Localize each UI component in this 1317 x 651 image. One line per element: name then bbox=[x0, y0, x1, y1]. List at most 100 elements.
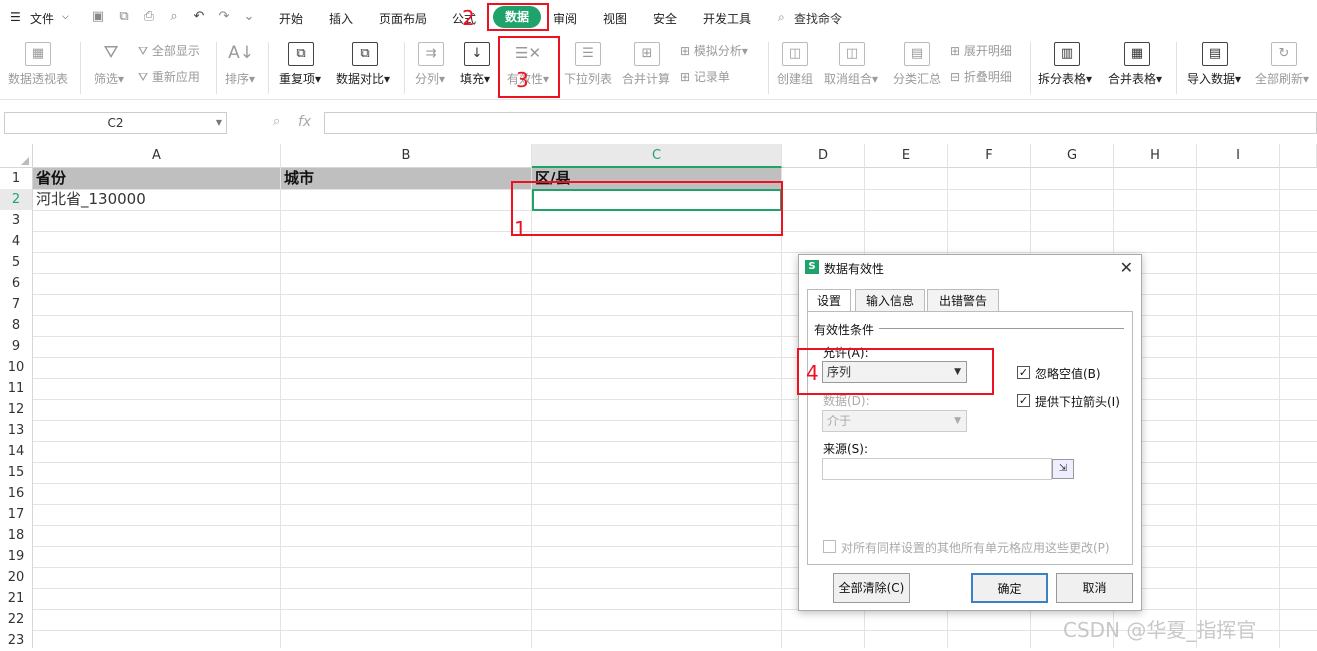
refresh-all-button[interactable]: ↻ 全部刷新▾ bbox=[1252, 36, 1316, 100]
search-command[interactable]: 查找命令 bbox=[794, 10, 842, 27]
name-box[interactable]: C2 ▼ bbox=[4, 112, 227, 134]
redo-icon[interactable]: ↷ bbox=[216, 9, 232, 25]
column-header-e[interactable]: E bbox=[865, 144, 948, 168]
reapply-button[interactable]: ⛛ 重新应用 bbox=[138, 68, 200, 85]
row-header[interactable]: 15 bbox=[0, 462, 33, 483]
import-data-button[interactable]: ▤ 导入数据▾ bbox=[1184, 36, 1246, 100]
dropdown-list-icon: ☰ bbox=[575, 42, 601, 66]
row-header[interactable]: 12 bbox=[0, 399, 33, 420]
chevron-down-icon[interactable]: ▼ bbox=[216, 113, 222, 133]
duplicates-button[interactable]: ⧉ 重复项▾ bbox=[276, 36, 326, 100]
select-all-corner[interactable] bbox=[0, 144, 33, 168]
close-icon[interactable]: ✕ bbox=[1120, 258, 1133, 277]
tab-start[interactable]: 开始 bbox=[279, 10, 303, 27]
pivot-table-button[interactable]: ▦ 数据透视表 bbox=[4, 36, 72, 100]
column-header-g[interactable]: G bbox=[1031, 144, 1114, 168]
tab-settings[interactable]: 设置 bbox=[807, 289, 851, 312]
filter-button[interactable]: ⛛ 筛选▾ bbox=[92, 36, 130, 100]
apply-all-checkbox[interactable] bbox=[823, 540, 836, 553]
source-input[interactable] bbox=[822, 458, 1052, 480]
data-select[interactable]: 介于 ▼ bbox=[822, 410, 967, 432]
customize-icon[interactable]: ⌄ bbox=[241, 9, 257, 25]
ignore-blank-checkbox[interactable]: ✓ bbox=[1017, 366, 1030, 379]
row-header[interactable]: 7 bbox=[0, 294, 33, 315]
row-header[interactable]: 10 bbox=[0, 357, 33, 378]
column-header-blank[interactable] bbox=[1280, 144, 1317, 168]
tab-review[interactable]: 审阅 bbox=[553, 10, 577, 27]
row-header[interactable]: 21 bbox=[0, 588, 33, 609]
row-header[interactable]: 16 bbox=[0, 483, 33, 504]
tab-security[interactable]: 安全 bbox=[653, 10, 677, 27]
row-header[interactable]: 13 bbox=[0, 420, 33, 441]
search-icon[interactable]: ⌕ bbox=[778, 10, 785, 25]
file-menu[interactable]: 文件 bbox=[30, 10, 54, 27]
tab-error-alert[interactable]: 出错警告 bbox=[927, 289, 999, 311]
zoom-icon[interactable]: ⌕ bbox=[273, 114, 280, 129]
row-header[interactable]: 1 bbox=[0, 168, 33, 189]
subtotal-button[interactable]: ▤ 分类汇总 bbox=[890, 36, 944, 100]
tab-insert[interactable]: 插入 bbox=[329, 10, 353, 27]
cancel-button[interactable]: 取消 bbox=[1056, 573, 1133, 603]
hamburger-icon[interactable]: ☰ bbox=[10, 10, 21, 24]
cell-a2[interactable]: 河北省_130000 bbox=[33, 189, 280, 210]
collapse-detail-button[interactable]: ⊟ 折叠明细 bbox=[950, 68, 1012, 85]
chevron-down-icon[interactable]: ⌵ bbox=[62, 12, 69, 22]
column-header-f[interactable]: F bbox=[948, 144, 1031, 168]
watermark: CSDN @华夏_指挥官 bbox=[1063, 618, 1257, 642]
row-header[interactable]: 5 bbox=[0, 252, 33, 273]
column-header-b[interactable]: B bbox=[281, 144, 532, 168]
ok-button[interactable]: 确定 bbox=[971, 573, 1048, 603]
split-table-button[interactable]: ▥ 拆分表格▾ bbox=[1036, 36, 1098, 100]
tab-developer[interactable]: 开发工具 bbox=[703, 10, 751, 27]
dropdown-list-button[interactable]: ☰ 下拉列表 bbox=[562, 36, 614, 100]
row-header[interactable]: 17 bbox=[0, 504, 33, 525]
tab-view[interactable]: 视图 bbox=[603, 10, 627, 27]
column-header-a[interactable]: A bbox=[33, 144, 281, 168]
consolidate-icon: ⊞ bbox=[634, 42, 660, 66]
export-icon[interactable]: ⧉ bbox=[116, 9, 132, 25]
row-header[interactable]: 3 bbox=[0, 210, 33, 231]
ungroup-button[interactable]: ◫ 取消组合▾ bbox=[822, 36, 882, 100]
ribbon-toolbar: ▦ 数据透视表 ⛛ 筛选▾ ⛛ 全部显示 ⛛ 重新应用 A↓ 排序▾ ⧉ 重复项… bbox=[0, 36, 1317, 100]
row-header[interactable]: 14 bbox=[0, 441, 33, 462]
clear-all-button[interactable]: 全部清除(C) bbox=[833, 573, 910, 603]
record-form-button[interactable]: ⊞ 记录单 bbox=[680, 68, 730, 85]
save-icon[interactable]: ▣ bbox=[90, 9, 106, 25]
merge-table-button[interactable]: ▦ 合并表格▾ bbox=[1106, 36, 1168, 100]
consolidate-button[interactable]: ⊞ 合并计算 bbox=[620, 36, 674, 100]
show-all-button[interactable]: ⛛ 全部显示 bbox=[138, 42, 200, 59]
range-picker-icon[interactable]: ⇲ bbox=[1052, 459, 1074, 479]
simulate-analysis-button[interactable]: ⊞ 模拟分析▾ bbox=[680, 42, 748, 59]
cell-b1[interactable]: 城市 bbox=[281, 168, 531, 189]
column-header-c[interactable]: C bbox=[532, 144, 782, 168]
row-header[interactable]: 11 bbox=[0, 378, 33, 399]
undo-icon[interactable]: ↶ bbox=[191, 9, 207, 25]
row-header[interactable]: 19 bbox=[0, 546, 33, 567]
tab-input-message[interactable]: 输入信息 bbox=[855, 289, 925, 311]
print-icon[interactable]: ⎙ bbox=[141, 9, 157, 25]
row-header[interactable]: 9 bbox=[0, 336, 33, 357]
create-group-button[interactable]: ◫ 创建组 bbox=[774, 36, 816, 100]
column-header-i[interactable]: I bbox=[1197, 144, 1280, 168]
row-header[interactable]: 6 bbox=[0, 273, 33, 294]
row-header[interactable]: 2 bbox=[0, 189, 33, 210]
row-header[interactable]: 20 bbox=[0, 567, 33, 588]
cell-a1[interactable]: 省份 bbox=[33, 168, 280, 189]
row-header[interactable]: 8 bbox=[0, 315, 33, 336]
sort-button[interactable]: A↓ 排序▾ bbox=[222, 36, 260, 100]
column-header-h[interactable]: H bbox=[1114, 144, 1197, 168]
row-header[interactable]: 4 bbox=[0, 231, 33, 252]
in-cell-dropdown-checkbox[interactable]: ✓ bbox=[1017, 394, 1030, 407]
data-compare-button[interactable]: ⧉ 数据对比▾ bbox=[334, 36, 396, 100]
formula-input[interactable] bbox=[324, 112, 1317, 134]
row-header[interactable]: 22 bbox=[0, 609, 33, 630]
split-column-button[interactable]: ⇉ 分列▾ bbox=[412, 36, 450, 100]
row-header[interactable]: 18 bbox=[0, 525, 33, 546]
expand-detail-button[interactable]: ⊞ 展开明细 bbox=[950, 42, 1012, 59]
tab-page-layout[interactable]: 页面布局 bbox=[379, 10, 427, 27]
column-header-d[interactable]: D bbox=[782, 144, 865, 168]
fx-icon[interactable]: fx bbox=[298, 114, 311, 130]
print-preview-icon[interactable]: ⌕ bbox=[166, 9, 182, 25]
row-header[interactable]: 23 bbox=[0, 630, 33, 648]
fill-button[interactable]: ↓ 填充▾ bbox=[457, 36, 497, 100]
